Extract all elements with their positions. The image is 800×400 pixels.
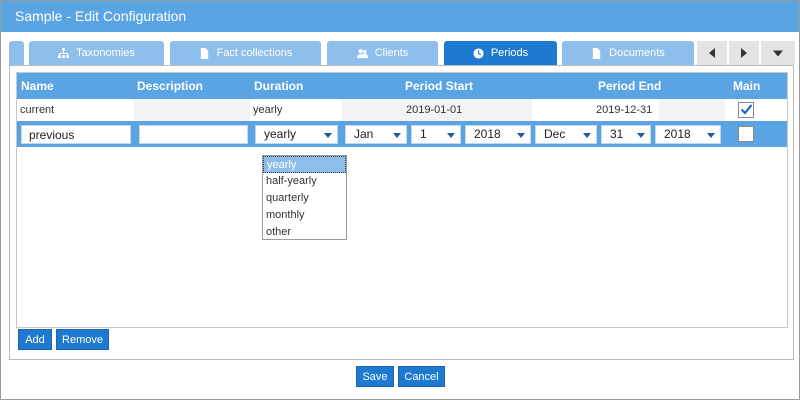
cell-period-end: 2019-12-31 (596, 104, 653, 116)
dropdown-option[interactable]: yearly (263, 156, 346, 173)
tab-label: Periods (490, 47, 529, 59)
description-input[interactable] (139, 125, 248, 144)
column-header-period-end: Period End (598, 79, 662, 93)
window-title: Sample - Edit Configuration (1, 1, 799, 32)
add-button[interactable]: Add (18, 329, 52, 350)
name-input[interactable] (21, 125, 131, 144)
chevron-down-icon (637, 133, 645, 138)
tab-scroll-right-button[interactable] (729, 41, 759, 65)
edit-configuration-dialog: Sample - Edit Configuration Taxonomies F… (0, 0, 800, 400)
tab-label: Clients (374, 47, 409, 59)
checkmark-icon (740, 104, 753, 115)
start-year-select[interactable]: 2018 (465, 125, 531, 144)
users-icon (356, 48, 368, 58)
tab-label: Documents (609, 47, 665, 59)
dropdown-option[interactable]: monthly (263, 207, 346, 224)
tab-fact-collections[interactable]: Fact collections (170, 41, 321, 65)
end-day-select[interactable]: 31 (601, 125, 651, 144)
tab-taxonomies[interactable]: Taxonomies (29, 41, 164, 65)
column-header-period-start: Period Start (405, 79, 474, 93)
start-day-select[interactable]: 1 (411, 125, 461, 144)
tab-clients[interactable]: Clients (327, 41, 438, 65)
start-month-select[interactable]: Jan (345, 125, 407, 144)
grid-header: Name Description Duration Period Start P… (17, 73, 787, 99)
tab-overflow-left[interactable] (9, 41, 24, 65)
clock-icon (473, 47, 484, 59)
column-header-duration: Duration (254, 79, 304, 93)
dropdown-option[interactable]: quarterly (263, 190, 346, 207)
save-button[interactable]: Save (356, 366, 394, 387)
table-row[interactable]: current yearly 2019-01-01 2019-12-31 (17, 99, 787, 121)
tab-strip: Taxonomies Fact collections Clients Peri… (9, 39, 795, 65)
chevron-down-icon (583, 133, 591, 138)
tab-list-menu-button[interactable] (761, 41, 795, 65)
chevron-down-icon (393, 133, 401, 138)
column-header-name: Name (21, 79, 54, 93)
end-year-select[interactable]: 2018 (655, 125, 721, 144)
tab-periods[interactable]: Periods (444, 41, 557, 65)
remove-button[interactable]: Remove (56, 329, 109, 350)
cell-name: current (20, 104, 55, 116)
tab-scroll-left-button[interactable] (697, 41, 727, 65)
table-row-editing[interactable]: yearly Jan 1 2018 Dec 31 2018 (17, 121, 787, 147)
duration-dropdown-list: yearly half-yearly quarterly monthly oth… (262, 155, 347, 240)
chevron-down-icon (517, 133, 525, 138)
triangle-down-icon (773, 50, 783, 57)
duration-select[interactable]: yearly (255, 125, 338, 144)
hierarchy-icon (58, 47, 70, 58)
main-checkbox[interactable] (738, 102, 754, 118)
tab-label: Fact collections (216, 47, 293, 59)
chevron-down-icon (324, 133, 332, 138)
dropdown-option[interactable]: half-yearly (263, 173, 346, 190)
chevron-down-icon (707, 133, 715, 138)
column-header-description: Description (137, 79, 204, 93)
tab-documents[interactable]: Documents (562, 41, 694, 65)
triangle-left-icon (709, 48, 715, 58)
periods-panel: Name Description Duration Period Start P… (9, 65, 794, 360)
document-icon (593, 47, 601, 59)
triangle-right-icon (741, 48, 747, 58)
cell-period-start: 2019-01-01 (406, 104, 463, 116)
main-checkbox-edit[interactable] (738, 126, 754, 142)
tab-label: Taxonomies (76, 47, 135, 59)
column-header-main: Main (733, 79, 761, 93)
cell-duration: yearly (253, 104, 283, 116)
cancel-button[interactable]: Cancel (398, 366, 445, 387)
end-month-select[interactable]: Dec (535, 125, 597, 144)
chevron-down-icon (447, 133, 455, 138)
document-icon (200, 47, 208, 59)
periods-grid: Name Description Duration Period Start P… (16, 72, 788, 328)
dropdown-option[interactable]: other (263, 224, 346, 241)
